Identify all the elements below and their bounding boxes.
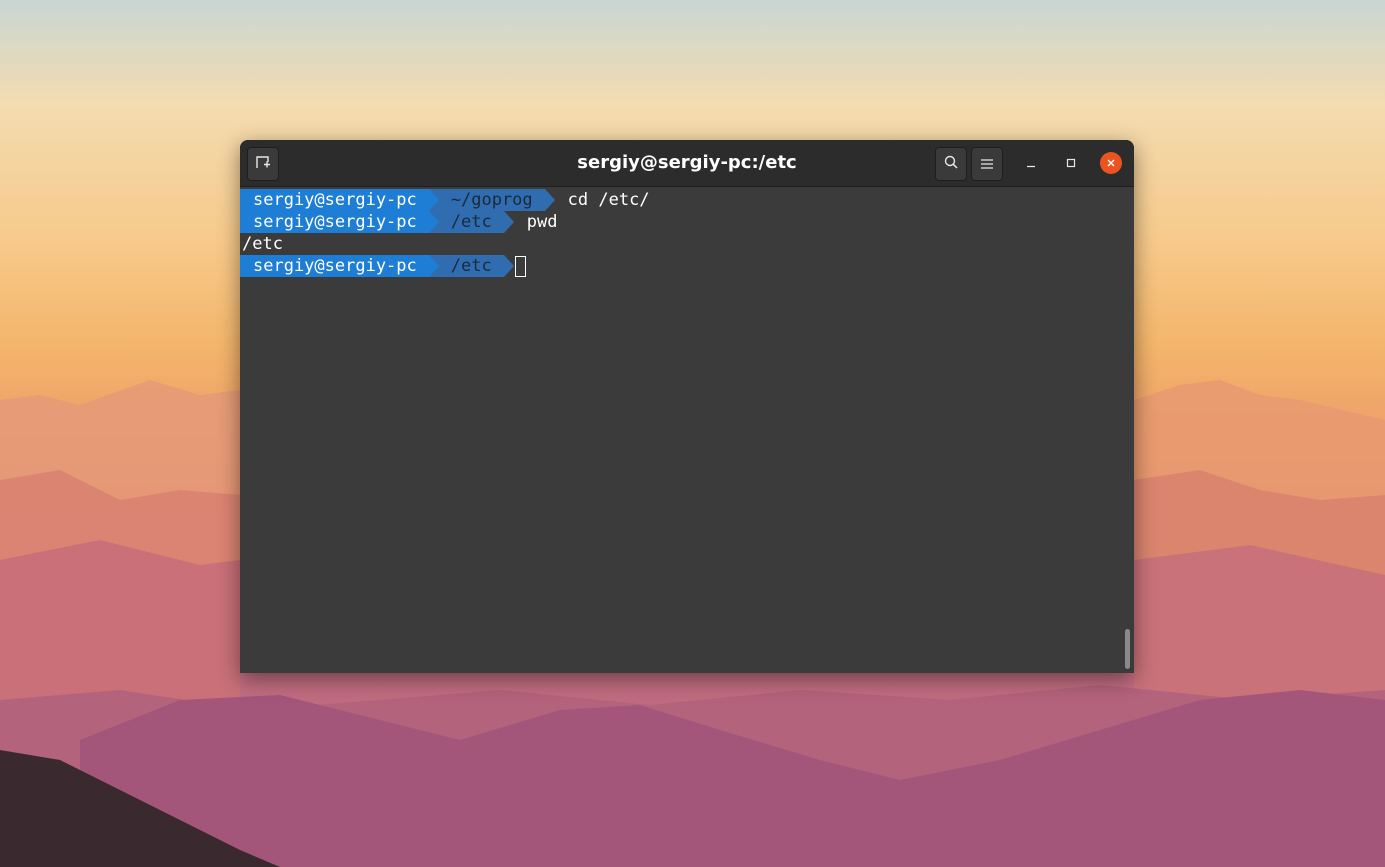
prompt-dir-segment: ~/goprog: [428, 189, 555, 211]
terminal-line: sergiy@sergiy-pc ~/goprog cd /etc/: [240, 189, 1134, 211]
maximize-icon: [1065, 154, 1077, 173]
terminal-window: sergiy@sergiy-pc:/etc sergiy@sergiy-pc ~…: [240, 140, 1134, 673]
minimize-button[interactable]: [1020, 152, 1042, 174]
prompt-user-segment: sergiy@sergiy-pc: [240, 211, 439, 233]
prompt-user-segment: sergiy@sergiy-pc: [240, 255, 439, 277]
prompt-dir-segment: /etc: [428, 255, 514, 277]
terminal-line: sergiy@sergiy-pc /etc pwd: [240, 211, 1134, 233]
command-output: /etc: [242, 234, 283, 254]
text-cursor: [514, 255, 526, 277]
close-button[interactable]: [1100, 152, 1122, 174]
minimize-icon: [1025, 154, 1037, 173]
maximize-button[interactable]: [1060, 152, 1082, 174]
search-button[interactable]: [935, 147, 967, 181]
terminal-output[interactable]: sergiy@sergiy-pc ~/goprog cd /etc/ sergi…: [240, 187, 1134, 673]
search-icon: [943, 154, 959, 174]
close-icon: [1105, 154, 1117, 173]
hamburger-menu-icon: [980, 155, 994, 174]
title-bar[interactable]: sergiy@sergiy-pc:/etc: [240, 140, 1134, 187]
command-text: cd /etc/: [567, 190, 650, 210]
menu-button[interactable]: [971, 147, 1003, 181]
prompt-user-segment: sergiy@sergiy-pc: [240, 189, 439, 211]
prompt-dir-segment: /etc: [428, 211, 514, 233]
terminal-line: sergiy@sergiy-pc /etc: [240, 255, 1134, 277]
terminal-line: /etc: [240, 233, 1134, 255]
scrollbar[interactable]: [1125, 629, 1130, 669]
